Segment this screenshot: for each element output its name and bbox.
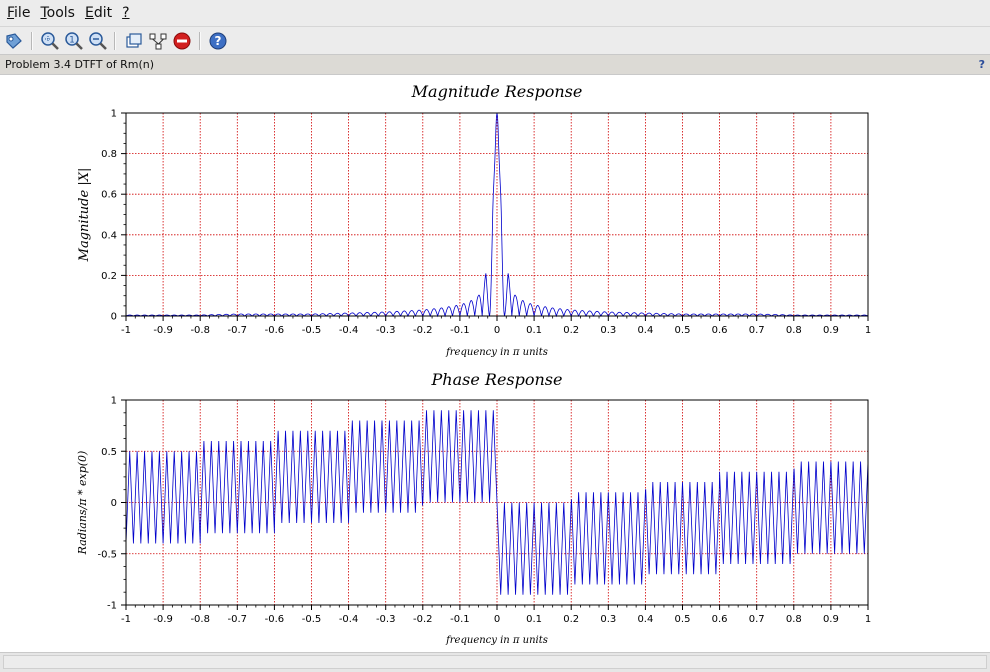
x-tick-label: 0: [494, 614, 500, 625]
y-tick-label: 0: [111, 312, 117, 323]
chart-title: Magnitude Response: [411, 82, 583, 101]
gear-icon[interactable]: [148, 31, 168, 51]
y-tick-label: 0.4: [101, 230, 117, 241]
zoom-in-icon[interactable]: 1: [64, 31, 84, 51]
rotate-icon[interactable]: [124, 31, 144, 51]
y-tick-label: 0.2: [101, 271, 117, 282]
x-tick-label: -0.7: [228, 325, 248, 336]
x-tick-label: -0.6: [265, 325, 285, 336]
chart-0: -1 -0.9 -0.8 -0.7 -0.6 -0.5 -0.4 -0.3 -0.2 -0.1 0 0…: [77, 82, 871, 358]
help-icon[interactable]: ?: [208, 31, 228, 51]
x-tick-label: 0: [494, 325, 500, 336]
y-axis-label: Radians/π * exp(0): [76, 451, 89, 556]
x-tick-label: 0.8: [786, 325, 802, 336]
zoom-area-icon[interactable]: [40, 31, 60, 51]
y-tick-label: -1: [107, 601, 117, 612]
x-tick-label: 0.3: [600, 614, 616, 625]
x-tick-label: -0.2: [413, 614, 433, 625]
x-tick-label: -0.9: [153, 614, 173, 625]
x-tick-label: -0.8: [190, 614, 210, 625]
y-tick-label: 0.8: [101, 149, 117, 160]
chart-title: Phase Response: [431, 370, 563, 389]
chart-1: -1 -0.9 -0.8 -0.7 -0.6 -0.5 -0.4 -0.3 -0.2 -0.1 0 0…: [76, 370, 871, 646]
y-tick-label: 0.6: [101, 190, 117, 201]
info-help-mark[interactable]: ?: [979, 58, 985, 71]
x-tick-label: -0.3: [376, 614, 396, 625]
x-tick-label: -0.9: [153, 325, 173, 336]
status-field: [3, 655, 987, 669]
x-tick-label: -0.7: [228, 614, 248, 625]
y-tick-label: 1: [111, 109, 117, 120]
x-tick-label: 1: [865, 614, 871, 625]
x-tick-label: -0.1: [450, 614, 470, 625]
x-tick-label: -1: [121, 614, 131, 625]
x-tick-label: -0.5: [302, 325, 322, 336]
x-tick-label: 0.2: [563, 325, 579, 336]
y-tick-label: 1: [111, 396, 117, 407]
x-tick-label: 0.7: [749, 325, 765, 336]
x-axis-label: frequency in π units: [445, 635, 548, 646]
x-tick-label: -0.4: [339, 614, 359, 625]
y-axis-label: Magnitude |X|: [77, 168, 92, 263]
toolbar: 1 ?: [0, 27, 990, 55]
menu-file[interactable]: File: [7, 0, 30, 27]
y-tick-label: 0.5: [101, 447, 117, 458]
zoom-out-icon[interactable]: [88, 31, 108, 51]
stop-icon[interactable]: [172, 31, 192, 51]
x-tick-label: 0.9: [823, 325, 839, 336]
x-axis-label: frequency in π units: [445, 347, 548, 358]
x-tick-label: -0.5: [302, 614, 322, 625]
menu-help[interactable]: ?: [122, 0, 129, 27]
menu-tools[interactable]: Tools: [40, 0, 75, 27]
x-tick-label: -0.2: [413, 325, 433, 336]
svg-text:1: 1: [69, 36, 75, 46]
x-tick-label: 0.6: [712, 325, 728, 336]
figure-info-bar: Problem 3.4 DTFT of Rm(n) ?: [0, 55, 990, 75]
x-tick-label: -0.4: [339, 325, 359, 336]
x-tick-label: 0.4: [637, 614, 653, 625]
x-tick-label: 0.7: [749, 614, 765, 625]
figure-canvas: -1 -0.9 -0.8 -0.7 -0.6 -0.5 -0.4 -0.3 -0.2 -0.1 0 0…: [76, 82, 871, 646]
x-tick-label: 0.1: [526, 325, 542, 336]
datatip-icon[interactable]: [4, 31, 24, 51]
svg-text:?: ?: [215, 34, 222, 48]
x-tick-label: 0.1: [526, 614, 542, 625]
x-tick-label: -1: [121, 325, 131, 336]
x-tick-label: 0.5: [675, 614, 691, 625]
menu-edit[interactable]: Edit: [85, 0, 112, 27]
x-tick-label: -0.6: [265, 614, 285, 625]
y-tick-label: -0.5: [97, 549, 117, 560]
plot-area: -1 -0.9 -0.8 -0.7 -0.6 -0.5 -0.4 -0.3 -0.2 -0.1 0 0…: [0, 75, 990, 652]
x-tick-label: 0.9: [823, 614, 839, 625]
x-tick-label: 1: [865, 325, 871, 336]
x-tick-label: -0.1: [450, 325, 470, 336]
x-tick-label: 0.6: [712, 614, 728, 625]
x-tick-label: 0.3: [600, 325, 616, 336]
status-bar: [0, 652, 990, 672]
x-tick-label: -0.3: [376, 325, 396, 336]
figure-title: Problem 3.4 DTFT of Rm(n): [5, 58, 155, 71]
x-tick-label: 0.8: [786, 614, 802, 625]
menu-bar: File Tools Edit?: [0, 0, 990, 27]
y-tick-label: 0: [111, 498, 117, 509]
x-tick-label: 0.5: [675, 325, 691, 336]
x-tick-label: -0.8: [190, 325, 210, 336]
x-tick-label: 0.2: [563, 614, 579, 625]
x-tick-label: 0.4: [637, 325, 653, 336]
